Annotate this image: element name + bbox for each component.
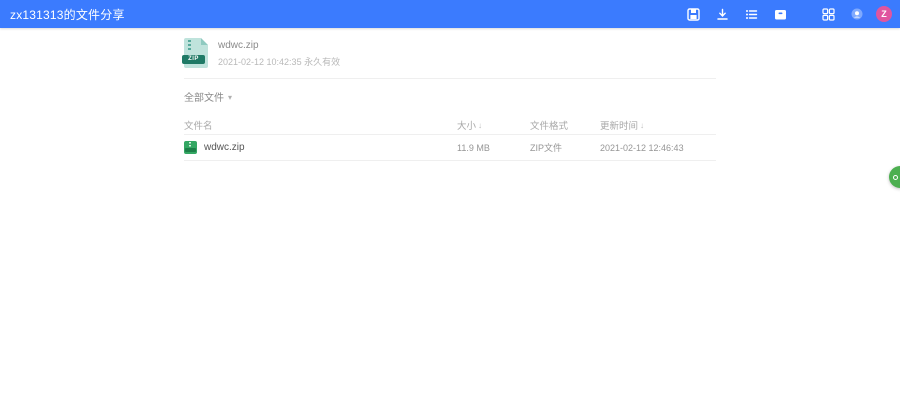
- table-row[interactable]: wdwc.zip 11.9 MB ZIP文件 2021-02-12 12:46:…: [184, 135, 716, 160]
- file-list-button[interactable]: [741, 4, 761, 24]
- table-header-row: 文件名 大小 ↓ 文件格式 更新时间 ↓: [184, 116, 716, 134]
- file-time-cell: 2021-02-12 12:46:43: [600, 143, 716, 153]
- top-bar: zx131313的文件分享: [0, 0, 900, 28]
- sort-down-icon: ↓: [478, 121, 482, 130]
- floating-action-button[interactable]: [889, 166, 900, 188]
- toolbar: Z: [683, 4, 892, 24]
- share-text: wdwc.zip 2021-02-12 10:42:35 永久有效: [218, 38, 340, 69]
- column-header-time[interactable]: 更新时间 ↓: [600, 118, 716, 132]
- package-button[interactable]: [770, 4, 790, 24]
- service-icon: [850, 7, 864, 21]
- divider: [184, 160, 716, 161]
- package-icon: [774, 8, 787, 21]
- column-header-format[interactable]: 文件格式: [530, 118, 600, 132]
- service-dot-icon: [893, 175, 898, 180]
- zip-file-icon-small: [184, 141, 197, 154]
- apps-grid-button[interactable]: [818, 4, 838, 24]
- sort-down-icon: ↓: [640, 121, 644, 130]
- divider: [184, 78, 716, 79]
- customer-service-button[interactable]: [847, 4, 867, 24]
- share-info-block: ZIP wdwc.zip 2021-02-12 10:42:35 永久有效: [184, 36, 716, 69]
- list-icon: [745, 8, 758, 21]
- zip-badge: ZIP: [182, 55, 205, 64]
- download-icon: [716, 8, 729, 21]
- apps-grid-icon: [822, 8, 835, 21]
- download-button[interactable]: [712, 4, 732, 24]
- file-size-cell: 11.9 MB: [457, 143, 530, 153]
- avatar-letter: Z: [881, 9, 887, 19]
- save-icon: [687, 8, 700, 21]
- share-content: ZIP wdwc.zip 2021-02-12 10:42:35 永久有效 全部…: [184, 28, 716, 161]
- breadcrumb-all-files: 全部文件: [184, 89, 224, 104]
- file-name-cell: wdwc.zip: [184, 141, 457, 154]
- column-header-name[interactable]: 文件名: [184, 118, 457, 132]
- chevron-down-icon: ▾: [228, 93, 232, 102]
- file-name: wdwc.zip: [204, 142, 245, 153]
- column-header-size[interactable]: 大小 ↓: [457, 118, 530, 132]
- file-format-cell: ZIP文件: [530, 141, 600, 154]
- breadcrumb[interactable]: 全部文件 ▾: [184, 89, 716, 104]
- save-to-drive-button[interactable]: [683, 4, 703, 24]
- shared-file-name: wdwc.zip: [218, 39, 340, 53]
- zip-file-icon: ZIP: [184, 38, 208, 68]
- page-title: zx131313的文件分享: [10, 6, 125, 23]
- user-avatar[interactable]: Z: [876, 6, 892, 22]
- share-meta: 2021-02-12 10:42:35 永久有效: [218, 56, 340, 69]
